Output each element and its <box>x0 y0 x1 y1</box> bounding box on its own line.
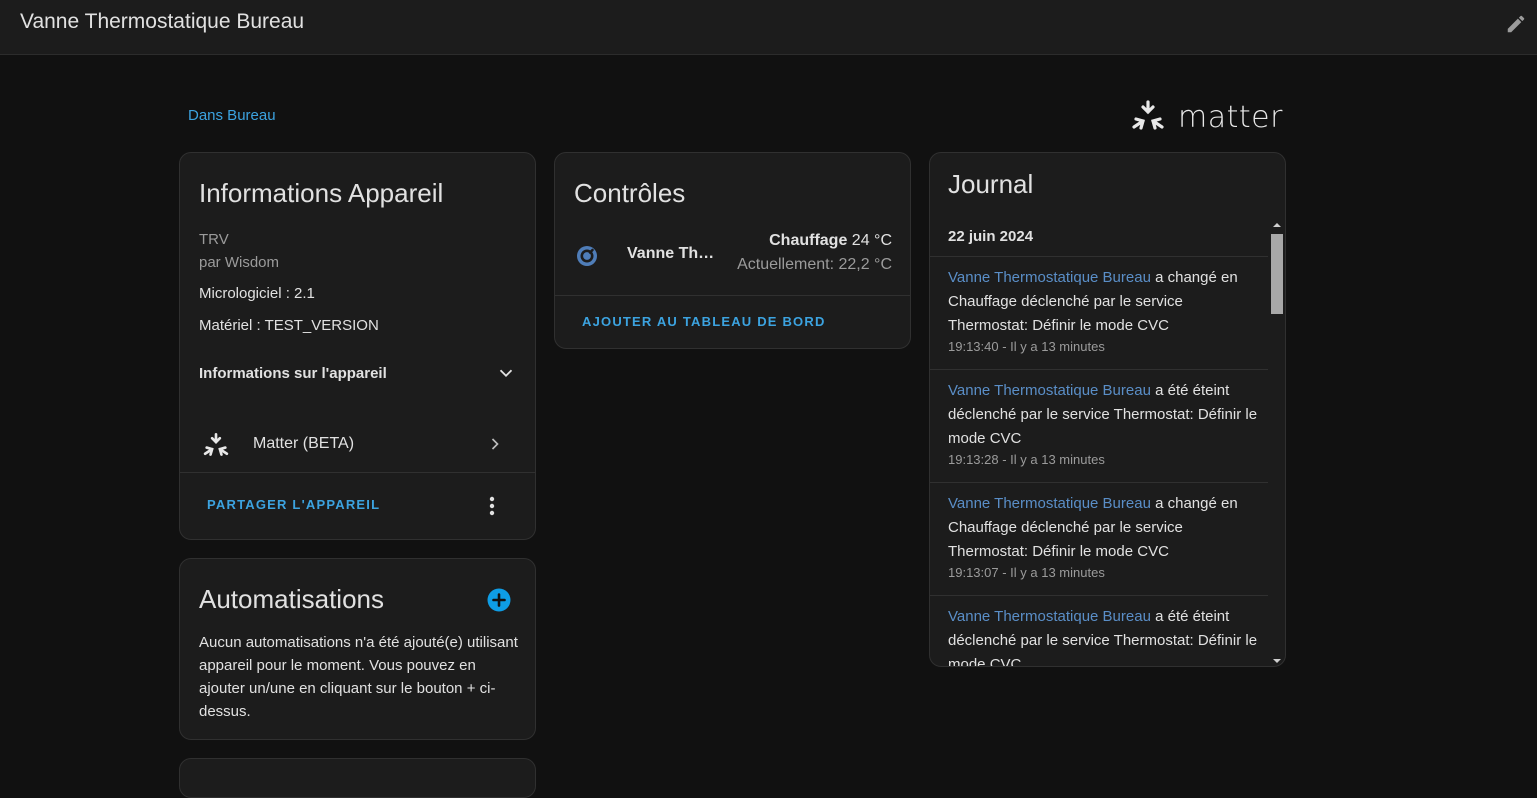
automations-card: Automatisations Aucun automatisations n'… <box>179 558 536 740</box>
matter-logo-icon <box>1132 100 1164 130</box>
matter-wordmark: matter <box>1178 99 1283 135</box>
climate-target: 24 °C <box>851 232 892 249</box>
logbook-entry: Vanne Thermostatique Bureau a changé en … <box>948 492 1266 580</box>
climate-entity-row[interactable]: Vanne Ther… Chauffage 24 °C Actuellement… <box>555 229 910 281</box>
logbook-entity-link[interactable]: Vanne Thermostatique Bureau <box>948 382 1151 399</box>
divider <box>930 256 1268 257</box>
logbook-list[interactable]: 22 juin 2024 Vanne Thermostatique Bureau… <box>930 219 1285 666</box>
climate-current-temp: Actuellement: 22,2 °C <box>737 256 892 273</box>
logbook-entity-link[interactable]: Vanne Thermostatique Bureau <box>948 608 1151 625</box>
pencil-icon <box>1507 15 1525 33</box>
next-card <box>179 758 536 798</box>
logbook-time: 19:13:07 - Il y a 13 minutes <box>948 565 1105 580</box>
logbook-scrollbar[interactable] <box>1271 223 1283 663</box>
device-firmware: Micrologiciel : 2.1 <box>199 285 315 302</box>
thermostat-icon <box>577 246 597 266</box>
matter-logo: matter <box>1130 99 1283 135</box>
logbook-entry: Vanne Thermostatique Bureau a été éteint… <box>948 605 1266 666</box>
logbook-entity-link[interactable]: Vanne Thermostatique Bureau <box>948 269 1151 286</box>
logbook-date: 22 juin 2024 <box>948 228 1034 245</box>
matter-icon <box>203 433 229 456</box>
device-manufacturer: par Wisdom <box>199 254 280 271</box>
logbook-entity-link[interactable]: Vanne Thermostatique Bureau <box>948 495 1151 512</box>
scroll-up-arrow[interactable] <box>1273 223 1281 227</box>
divider <box>930 595 1268 596</box>
automations-title: Automatisations <box>199 584 384 614</box>
add-circle-icon[interactable] <box>487 588 511 612</box>
divider <box>930 369 1268 370</box>
climate-mode: Chauffage <box>769 232 848 249</box>
scroll-down-arrow[interactable] <box>1273 659 1281 663</box>
climate-entity-name: Vanne Ther… <box>627 245 722 262</box>
scrollbar-thumb[interactable] <box>1271 234 1283 314</box>
divider <box>555 295 910 296</box>
logbook-time: 19:13:40 - Il y a 13 minutes <box>948 339 1105 354</box>
divider <box>180 472 535 473</box>
page-title: Vanne Thermostatique Bureau <box>20 10 305 33</box>
divider <box>930 482 1268 483</box>
top-app-bar: Vanne Thermostatique Bureau <box>0 0 1537 55</box>
device-info-card: Informations Appareil TRV par Wisdom Mic… <box>179 152 536 540</box>
device-info-title: Informations Appareil <box>199 178 444 208</box>
controls-title: Contrôles <box>574 178 686 208</box>
more-vert-icon[interactable] <box>482 494 502 518</box>
chevron-right-icon <box>491 438 499 450</box>
device-hardware: Matériel : TEST_VERSION <box>199 317 379 334</box>
automations-empty-text: Aucun automatisations n'a été ajouté(e) … <box>199 634 518 720</box>
logbook-entry: Vanne Thermostatique Bureau a changé en … <box>948 266 1266 354</box>
logbook-time: 19:13:28 - Il y a 13 minutes <box>948 452 1105 467</box>
area-link[interactable]: Dans Bureau <box>188 107 276 124</box>
logbook-card: Journal 22 juin 2024 Vanne Thermostatiqu… <box>929 152 1286 667</box>
device-details-label: Informations sur l'appareil <box>199 364 387 382</box>
climate-state: Chauffage 24 °C <box>769 232 892 250</box>
edit-button[interactable] <box>1503 11 1529 37</box>
logbook-entry: Vanne Thermostatique Bureau a été éteint… <box>948 379 1266 467</box>
controls-card: Contrôles Vanne Ther… Chauffage 24 °C Ac… <box>554 152 911 349</box>
device-details-expander[interactable]: Informations sur l'appareil <box>199 357 517 389</box>
device-model: TRV <box>199 231 229 248</box>
share-device-button[interactable]: PARTAGER L'APPAREIL <box>207 497 380 512</box>
integration-label: Matter (BETA) <box>253 435 355 452</box>
add-to-dashboard-button[interactable]: AJOUTER AU TABLEAU DE BORD <box>582 314 826 329</box>
chevron-down-icon <box>499 369 513 378</box>
logbook-title: Journal <box>948 169 1034 199</box>
integration-matter[interactable]: Matter (BETA) <box>180 419 535 471</box>
